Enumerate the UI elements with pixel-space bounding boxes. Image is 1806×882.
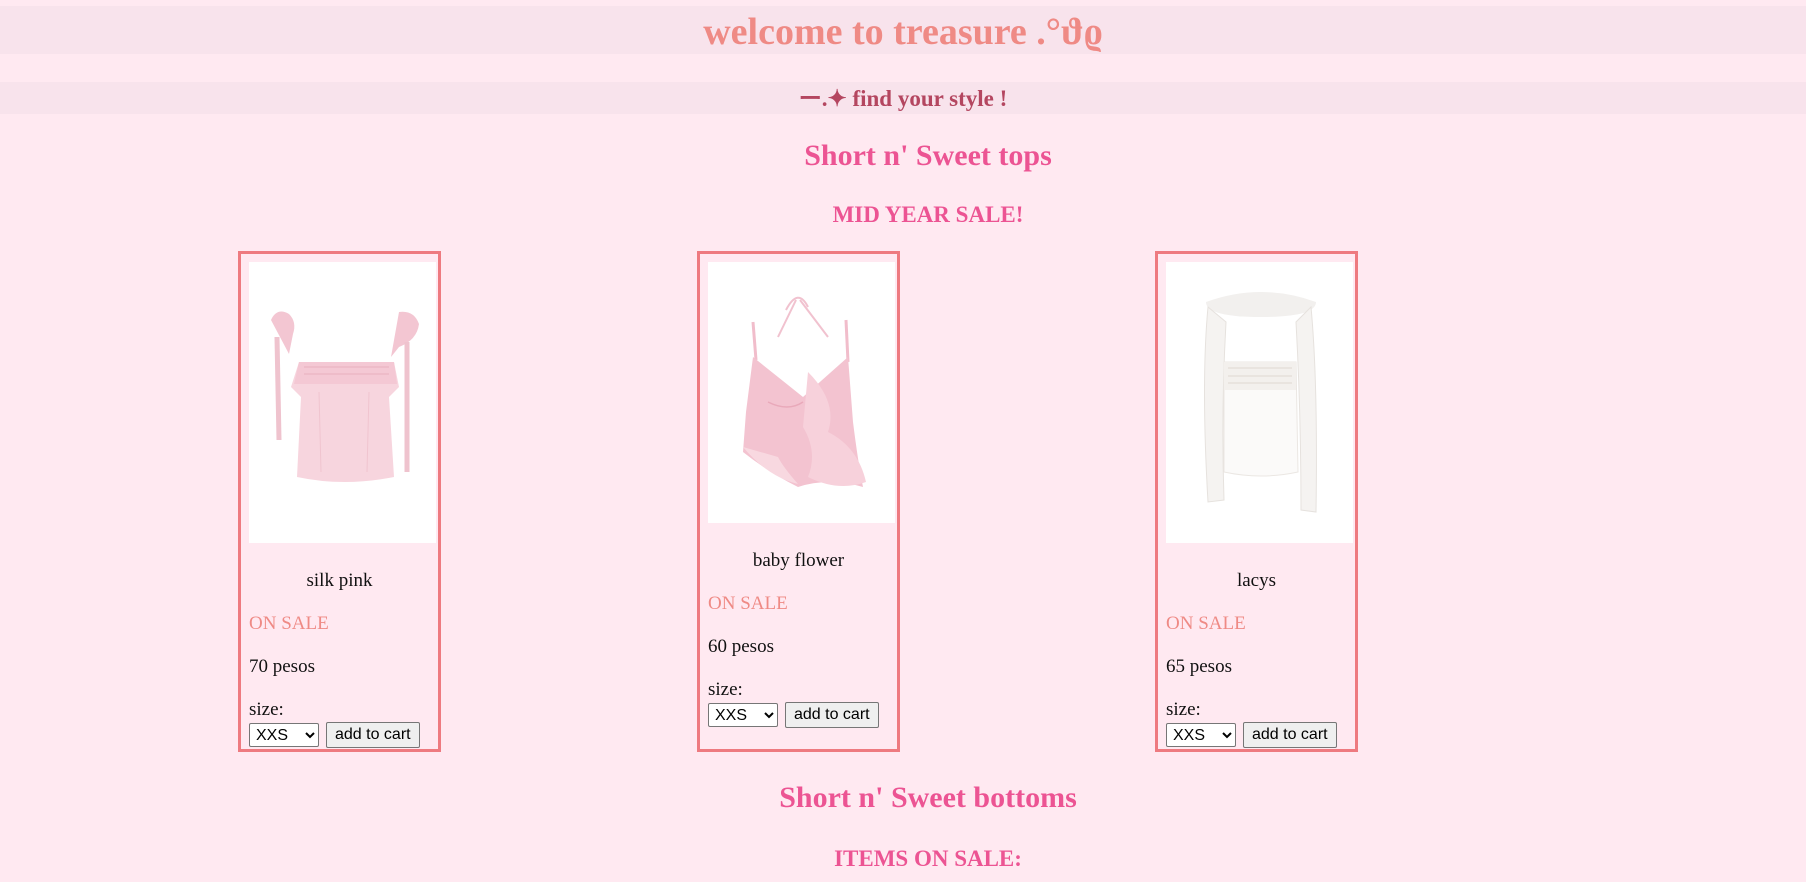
pink-silk-top-image[interactable] — [249, 262, 436, 543]
tops-section-subtitle: MID YEAR SALE! — [832, 202, 1024, 227]
product-price: 60 pesos — [708, 636, 774, 657]
product-name: lacys — [1236, 570, 1277, 591]
add-to-cart-button[interactable]: add to cart — [785, 702, 879, 728]
product-card-lacys: lacys ON SALE 65 pesos size: XXS add to … — [1155, 251, 1358, 752]
size-select[interactable]: XXS — [249, 723, 319, 747]
product-name: silk pink — [306, 570, 373, 591]
bottoms-section-subtitle: ITEMS ON SALE: — [834, 846, 1022, 871]
product-price: 65 pesos — [1166, 656, 1232, 677]
white-scarf-top-image[interactable] — [1166, 262, 1353, 543]
size-select[interactable]: XXS — [708, 703, 778, 727]
sale-label: ON SALE — [249, 613, 329, 634]
subtitle-bar: ー.✦ find your style ! — [0, 82, 1806, 114]
bottoms-section-title: Short n' Sweet bottoms — [779, 781, 1077, 814]
sale-label: ON SALE — [708, 593, 788, 614]
add-to-cart-button[interactable]: add to cart — [326, 722, 420, 748]
sale-label: ON SALE — [1166, 613, 1246, 634]
product-card-silk-pink: silk pink ON SALE 70 pesos size: XXS add… — [238, 251, 441, 752]
size-label: size: — [249, 699, 284, 720]
size-label: size: — [708, 679, 743, 700]
product-name: baby flower — [752, 550, 845, 571]
add-to-cart-button[interactable]: add to cart — [1243, 722, 1337, 748]
site-subtitle: ー.✦ find your style ! — [798, 86, 1008, 111]
site-title: welcome to treasure .°ϑϱ — [703, 11, 1103, 53]
product-card-baby-flower: baby flower ON SALE 60 pesos size: XXS a… — [697, 251, 900, 752]
size-label: size: — [1166, 699, 1201, 720]
header-banner: welcome to treasure .°ϑϱ — [0, 6, 1806, 54]
product-price: 70 pesos — [249, 656, 315, 677]
tops-section-title: Short n' Sweet tops — [804, 139, 1052, 172]
size-select[interactable]: XXS — [1166, 723, 1236, 747]
pink-ruffle-halter-top-image[interactable] — [708, 262, 895, 523]
